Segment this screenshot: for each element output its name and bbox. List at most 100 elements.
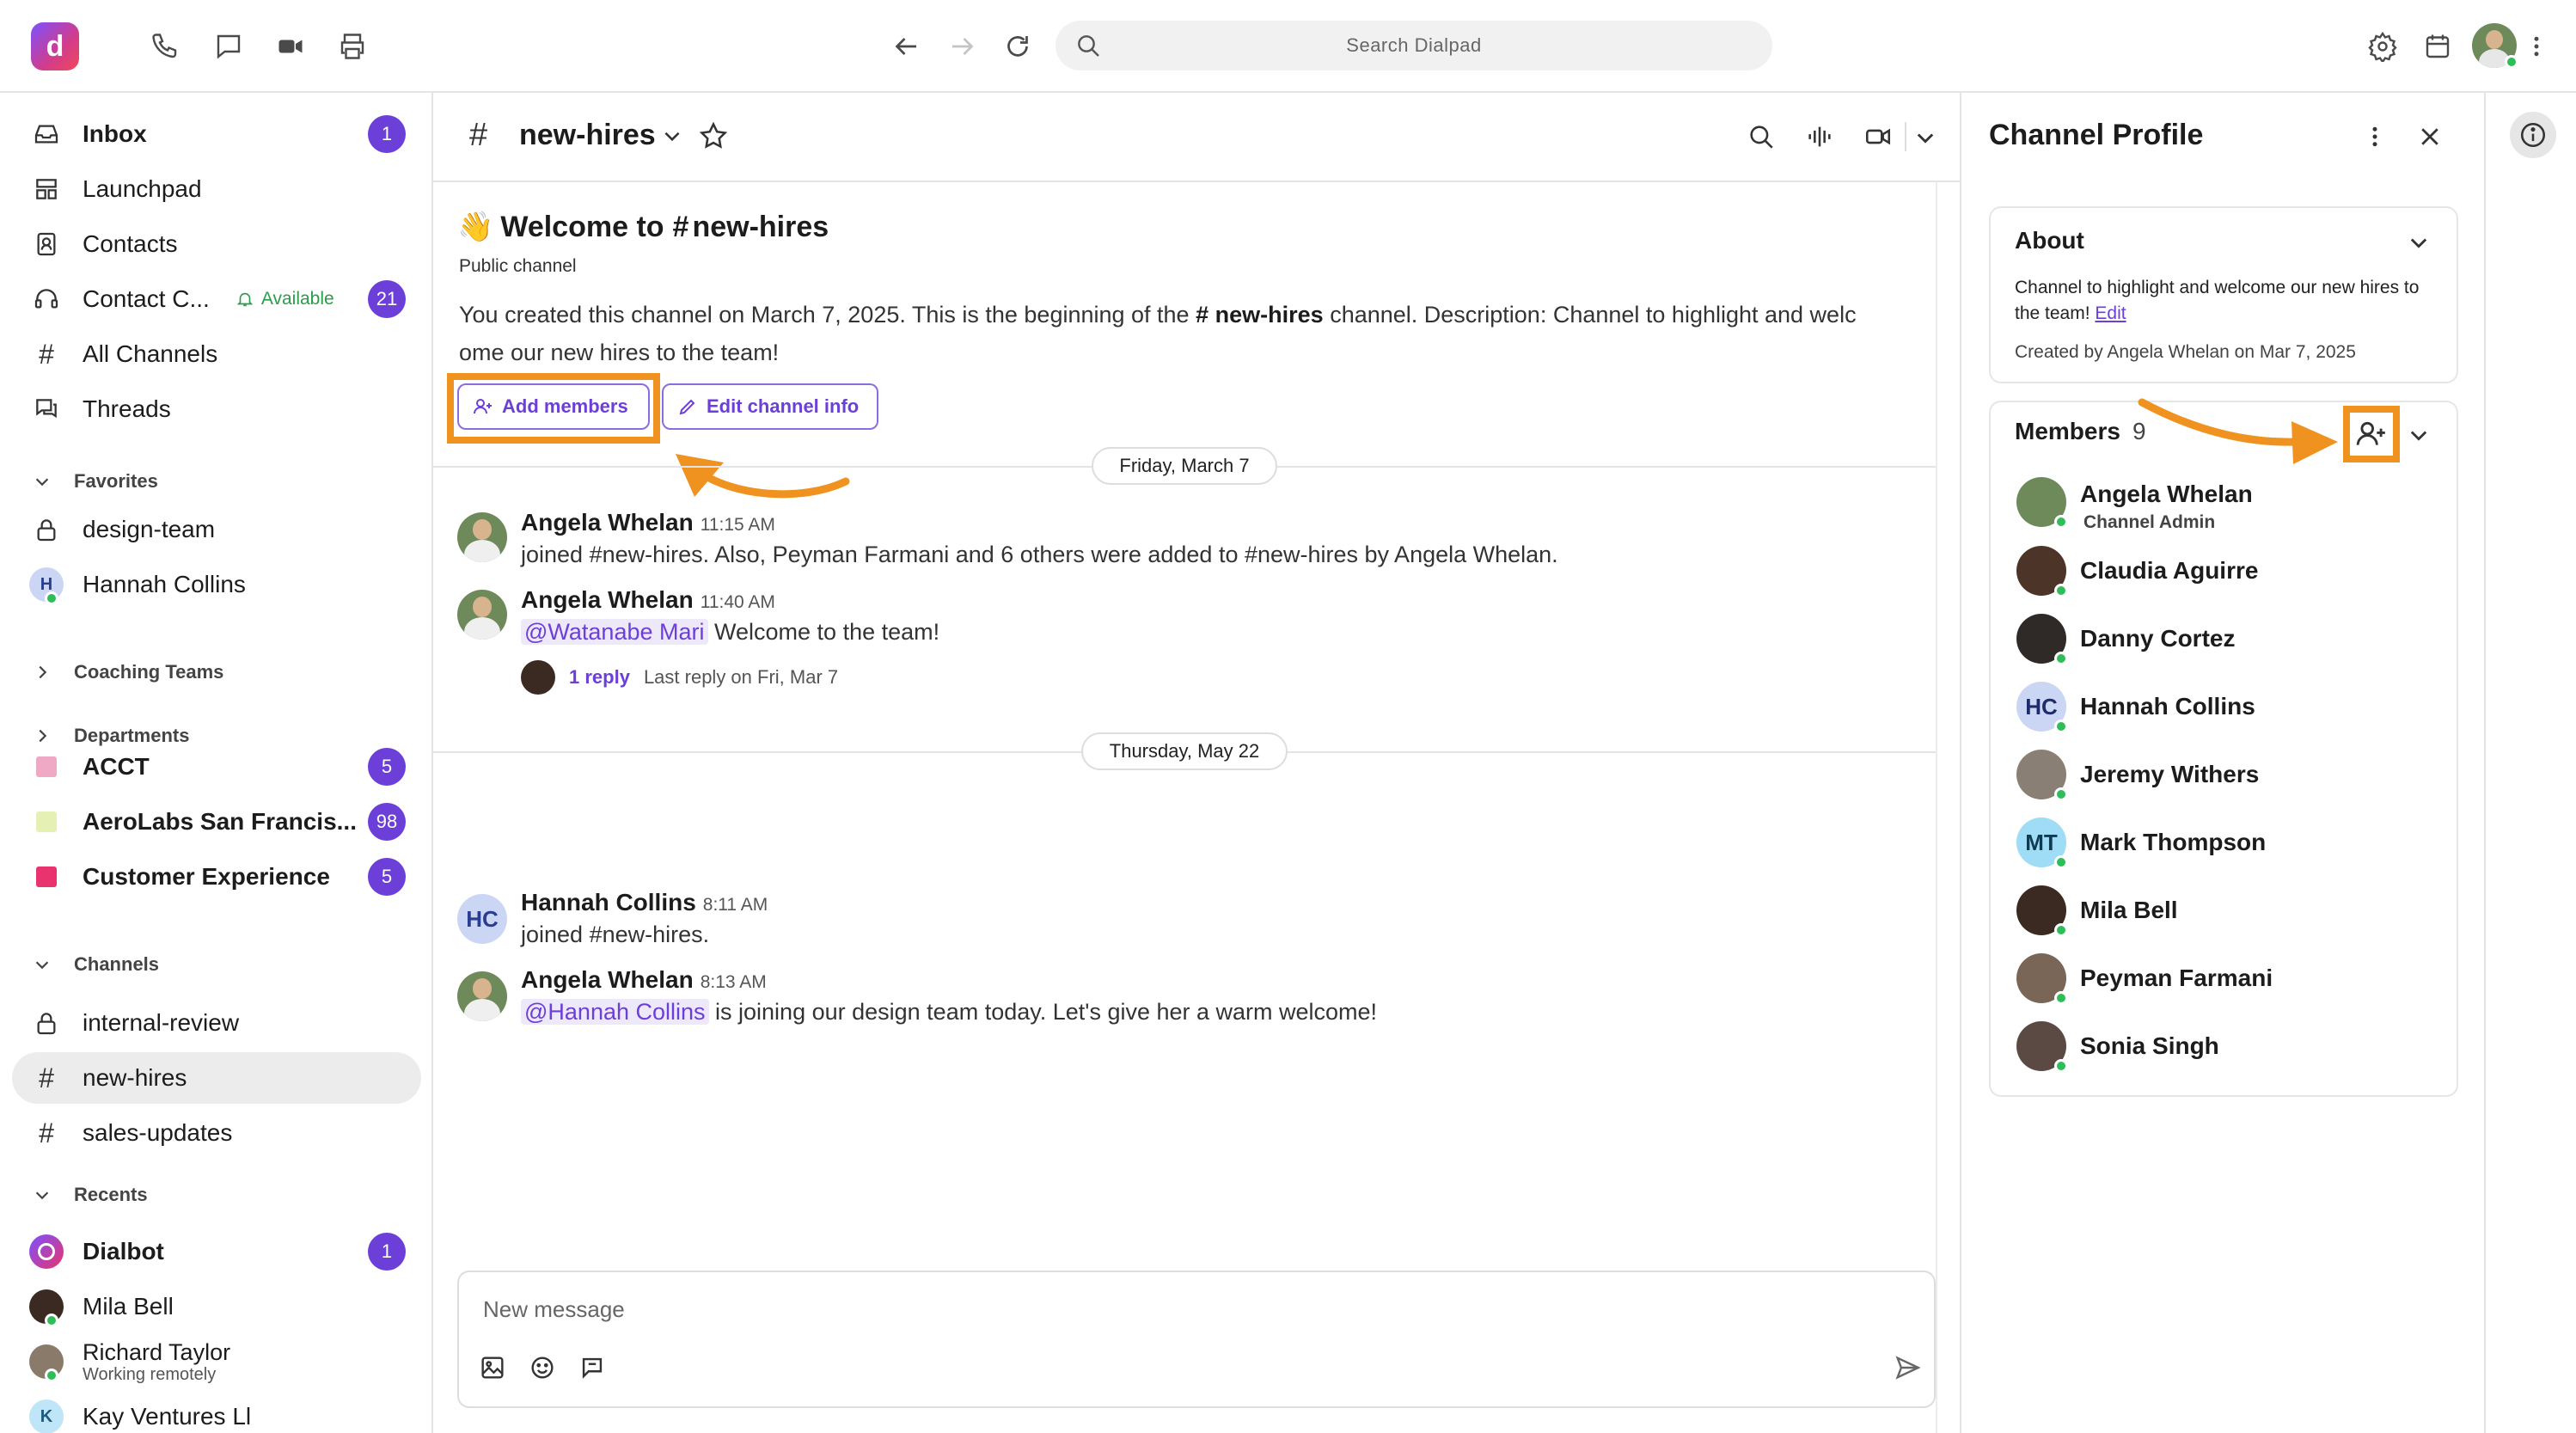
message-author[interactable]: Hannah Collins (521, 889, 696, 916)
sidebar-item-acct[interactable]: ACCT 5 (12, 741, 421, 793)
settings-gear-icon[interactable] (2362, 26, 2403, 67)
member-row[interactable]: Sonia Singh (2016, 1019, 2219, 1074)
dialpad-logo[interactable]: d (31, 22, 79, 70)
sidebar-item-internal-review[interactable]: internal-review (12, 997, 421, 1049)
add-members-button[interactable]: Add members (457, 383, 650, 430)
sidebar-item-label: sales-updates (83, 1119, 233, 1146)
shortcut-icon[interactable] (578, 1353, 607, 1382)
reply-meta: Last reply on Fri, Mar 7 (643, 666, 839, 688)
sidebar-item-label: All Channels (83, 340, 218, 367)
search-bar[interactable]: Search Dialpad (1055, 21, 1772, 70)
back-arrow-icon[interactable] (885, 26, 927, 67)
member-name: Claudia Aguirre (2080, 557, 2259, 584)
department-color-swatch (28, 811, 65, 832)
chat-pane: # new-hires 👋 Welcome to # new-hires Pub… (433, 93, 1960, 1433)
section-coaching-teams[interactable]: Coaching Teams (33, 655, 223, 689)
message-header: Angela Whelan 8:13 AM (521, 966, 767, 994)
mention[interactable]: @Hannah Collins (521, 999, 709, 1025)
emoji-icon[interactable] (528, 1353, 557, 1382)
section-favorites[interactable]: Favorites (33, 464, 158, 499)
date-pill: Thursday, May 22 (1081, 732, 1288, 770)
sidebar-item-richard-taylor[interactable]: Richard Taylor Working remotely (12, 1336, 421, 1387)
sidebar-item-sales-updates[interactable]: # sales-updates (12, 1107, 421, 1159)
section-channels[interactable]: Channels (33, 947, 159, 982)
sidebar-item-label: Launchpad (83, 175, 202, 202)
member-row[interactable]: Mila Bell (2016, 883, 2178, 938)
sidebar-item-kay-ventures[interactable]: K Kay Ventures Ll (12, 1391, 421, 1433)
forward-arrow-icon[interactable] (942, 26, 983, 67)
reply-count[interactable]: 1 reply (569, 666, 630, 689)
refresh-icon[interactable] (997, 26, 1038, 67)
sidebar-item-label: Hannah Collins (83, 571, 246, 597)
image-icon[interactable] (478, 1353, 507, 1382)
chevron-down-icon[interactable] (1913, 126, 1937, 150)
hash-icon: # (672, 210, 689, 243)
member-row[interactable]: Jeremy Withers (2016, 747, 2259, 802)
member-row[interactable]: MT Mark Thompson (2016, 815, 2266, 870)
member-row[interactable]: HC Hannah Collins (2016, 679, 2255, 734)
print-icon[interactable] (332, 26, 373, 67)
sidebar-item-dialbot[interactable]: Dialbot 1 (12, 1226, 421, 1277)
send-icon[interactable] (1893, 1353, 1922, 1382)
right-rail (2484, 93, 2576, 1433)
more-vertical-icon[interactable] (2524, 26, 2549, 67)
department-color-swatch (28, 756, 65, 777)
edit-channel-info-button[interactable]: Edit channel info (662, 383, 878, 430)
video-icon[interactable] (270, 26, 311, 67)
message-composer[interactable]: New message (457, 1271, 1936, 1408)
more-vertical-icon[interactable] (2362, 124, 2388, 150)
member-row[interactable]: Claudia Aguirre (2016, 543, 2258, 598)
sidebar-item-text: Richard Taylor Working remotely (83, 1339, 230, 1384)
calendar-icon[interactable] (2417, 26, 2458, 67)
sidebar-item-label: ACCT (83, 753, 150, 780)
sidebar-item-inbox[interactable]: Inbox 1 (12, 108, 421, 160)
mention[interactable]: @Watanabe Mari (521, 619, 708, 645)
sidebar-item-launchpad[interactable]: Launchpad (12, 163, 421, 215)
avatar (2016, 1021, 2068, 1073)
star-icon[interactable] (698, 120, 729, 151)
chevron-down-icon[interactable] (2407, 230, 2431, 254)
sidebar-item-contacts[interactable]: Contacts (12, 218, 421, 270)
member-row[interactable]: Angela Whelan Channel Admin (2016, 475, 2253, 532)
member-row[interactable]: Danny Cortez (2016, 611, 2235, 666)
search-icon[interactable] (1747, 122, 1776, 151)
message-author[interactable]: Angela Whelan (521, 966, 694, 993)
sidebar-item-new-hires[interactable]: # new-hires (12, 1052, 421, 1104)
sidebar-item-hannah-collins[interactable]: H Hannah Collins (12, 559, 421, 610)
inbox-icon (28, 120, 65, 148)
avatar (457, 971, 507, 1021)
thread-reply[interactable]: 1 reply Last reply on Fri, Mar 7 (521, 660, 838, 695)
sidebar-item-all-channels[interactable]: # All Channels (12, 328, 421, 380)
hash-icon: # (39, 1117, 54, 1148)
info-icon[interactable] (2510, 112, 2556, 158)
member-row[interactable]: Peyman Farmani (2016, 951, 2273, 1006)
top-bar: d Search Dialpad (0, 0, 2576, 93)
section-recents[interactable]: Recents (33, 1178, 148, 1212)
sidebar-item-design-team[interactable]: design-team (12, 504, 421, 555)
phone-icon[interactable] (144, 26, 186, 67)
message-icon[interactable] (208, 26, 249, 67)
channel-title-button[interactable]: new-hires (519, 119, 683, 152)
channel-intro: You created this channel on March 7, 202… (459, 296, 1920, 371)
dialbot-icon (28, 1234, 65, 1269)
sidebar-item-aerolabs[interactable]: AeroLabs San Francis... 98 (12, 796, 421, 848)
add-user-icon[interactable] (2355, 418, 2388, 450)
message-author[interactable]: Angela Whelan (521, 586, 694, 613)
scrollbar[interactable] (1936, 182, 1960, 1433)
close-icon[interactable] (2417, 124, 2443, 150)
chevron-down-icon[interactable] (2407, 423, 2431, 447)
member-name: Jeremy Withers (2080, 761, 2260, 787)
message-author[interactable]: Angela Whelan (521, 509, 694, 536)
sidebar-item-customer-experience[interactable]: Customer Experience 5 (12, 851, 421, 903)
message-time: 11:15 AM (700, 515, 775, 535)
sidebar-item-mila-bell[interactable]: Mila Bell (12, 1281, 421, 1332)
edit-link[interactable]: Edit (2095, 303, 2126, 323)
member-name: Sonia Singh (2080, 1032, 2219, 1059)
composer-placeholder: New message (483, 1296, 625, 1322)
video-call-icon[interactable] (1863, 122, 1893, 151)
channel-header: # new-hires (433, 93, 1960, 182)
sidebar-item-contact-center[interactable]: Contact C... Available 21 (12, 273, 421, 325)
audio-waveform-icon[interactable] (1805, 122, 1834, 151)
unread-badge: 5 (368, 858, 406, 896)
sidebar-item-threads[interactable]: Threads (12, 383, 421, 435)
